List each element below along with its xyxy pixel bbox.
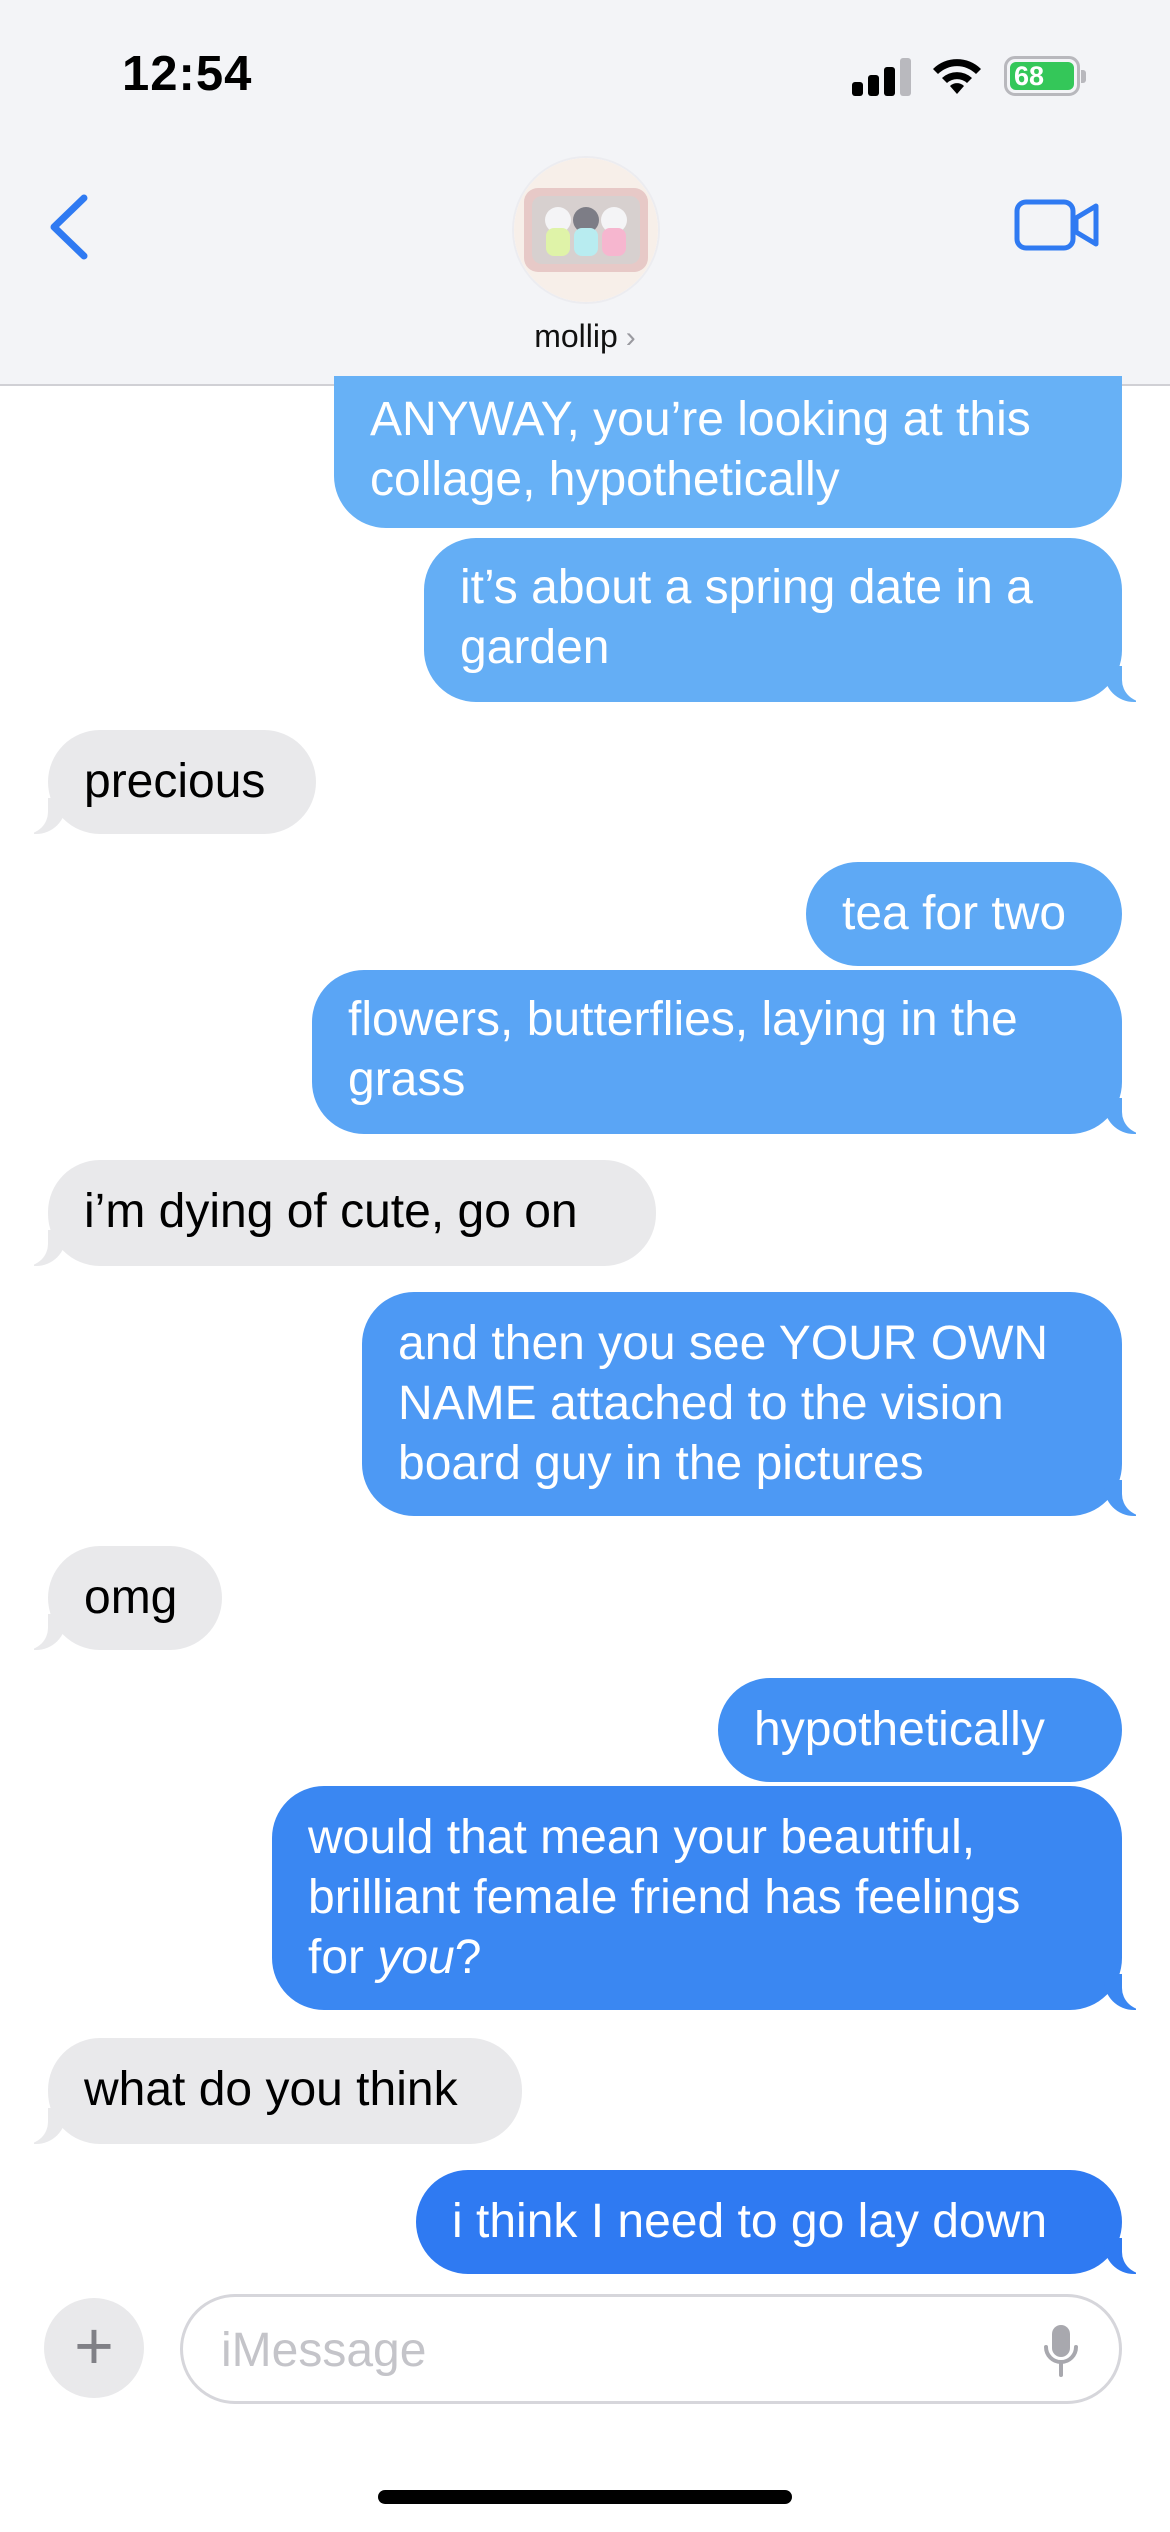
message-sent[interactable]: it’s about a spring date in a garden (424, 538, 1152, 702)
status-time: 12:54 (122, 47, 253, 101)
message-input[interactable]: iMessage (180, 2294, 1122, 2404)
message-text: it’s about a spring date in a garden (460, 561, 1033, 674)
contact-avatar[interactable] (514, 158, 658, 302)
message-text: ? (454, 1931, 482, 1984)
message-text-emphasis: you (377, 1931, 455, 1984)
message-received[interactable]: omg (18, 1546, 222, 1650)
battery-icon: 68 (1004, 56, 1086, 96)
message-text: ANYWAY, you’re looking at this collage, … (370, 393, 1031, 506)
message-text: precious (84, 755, 266, 808)
mic-icon[interactable] (1043, 2323, 1079, 2379)
message-sent[interactable]: ANYWAY, you’re looking at this collage, … (334, 376, 1122, 528)
message-received[interactable]: precious (18, 730, 316, 834)
message-text: what do you think (84, 2063, 458, 2116)
video-call-icon[interactable] (1014, 198, 1100, 252)
message-input-placeholder: iMessage (221, 2324, 427, 2377)
message-text: omg (84, 1571, 178, 1624)
message-sent[interactable]: tea for two (806, 862, 1122, 966)
home-indicator[interactable] (378, 2490, 792, 2504)
message-received[interactable]: what do you think (18, 2038, 522, 2144)
message-sent[interactable]: flowers, butterflies, laying in the gras… (312, 970, 1152, 1134)
wifi-icon (933, 59, 981, 94)
message-text: i’m dying of cute, go on (84, 1185, 578, 1238)
message-received[interactable]: i’m dying of cute, go on (18, 1160, 656, 1266)
message-thread[interactable]: ANYWAY, you’re looking at this collage, … (0, 376, 1170, 2276)
battery-level: 68 (1010, 62, 1074, 90)
message-text: and then you see YOUR OWN NAME attached … (398, 1317, 1049, 1490)
avatar-image (514, 158, 658, 302)
plus-icon[interactable]: + (44, 2298, 144, 2398)
message-sent[interactable]: hypothetically (718, 1678, 1122, 1782)
message-text: flowers, butterflies, laying in the gras… (348, 993, 1018, 1106)
contact-name-button[interactable]: mollip › (0, 318, 1170, 355)
message-sent[interactable]: i think I need to go lay down (416, 2170, 1152, 2274)
signal-icon (852, 58, 912, 96)
back-chevron-icon[interactable] (44, 190, 94, 264)
message-text: i think I need to go lay down (452, 2195, 1048, 2248)
chevron-right-icon: › (625, 321, 636, 354)
message-sent[interactable]: would that mean your beautiful, brillian… (272, 1786, 1152, 2010)
message-text: tea for two (842, 887, 1067, 940)
message-sent[interactable]: and then you see YOUR OWN NAME attached … (362, 1292, 1152, 1516)
message-text: hypothetically (754, 1703, 1045, 1756)
conversation-header: 12:54 68 mollip › (0, 0, 1170, 386)
contact-name: mollip (534, 318, 618, 354)
